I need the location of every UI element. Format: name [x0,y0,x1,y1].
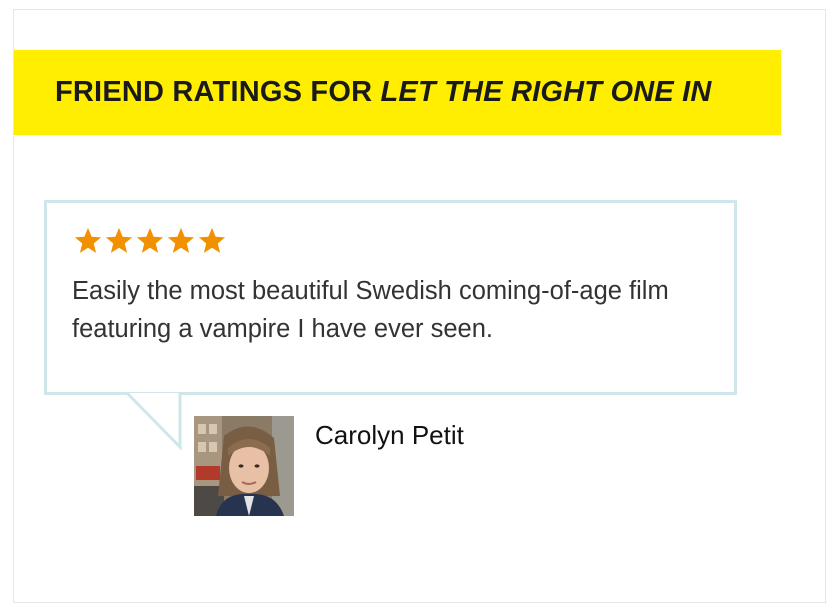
star-icon [167,227,195,253]
user-photo-icon [194,416,294,516]
star-icon [105,227,133,253]
reviewer-avatar[interactable] [194,416,294,516]
banner-title: FRIEND RATINGS FOR LET THE RIGHT ONE IN [55,76,712,109]
star-rating [73,226,227,256]
star-icon [198,227,226,253]
star-icon [136,227,164,253]
movie-title: LET THE RIGHT ONE IN [380,76,712,108]
star-icon [74,227,102,253]
review-text: Easily the most beautiful Swedish coming… [72,277,669,343]
banner-prefix: FRIEND RATINGS FOR [55,76,381,108]
reviewer-name[interactable]: Carolyn Petit [315,420,464,451]
friend-ratings-banner: FRIEND RATINGS FOR LET THE RIGHT ONE IN [14,50,781,135]
